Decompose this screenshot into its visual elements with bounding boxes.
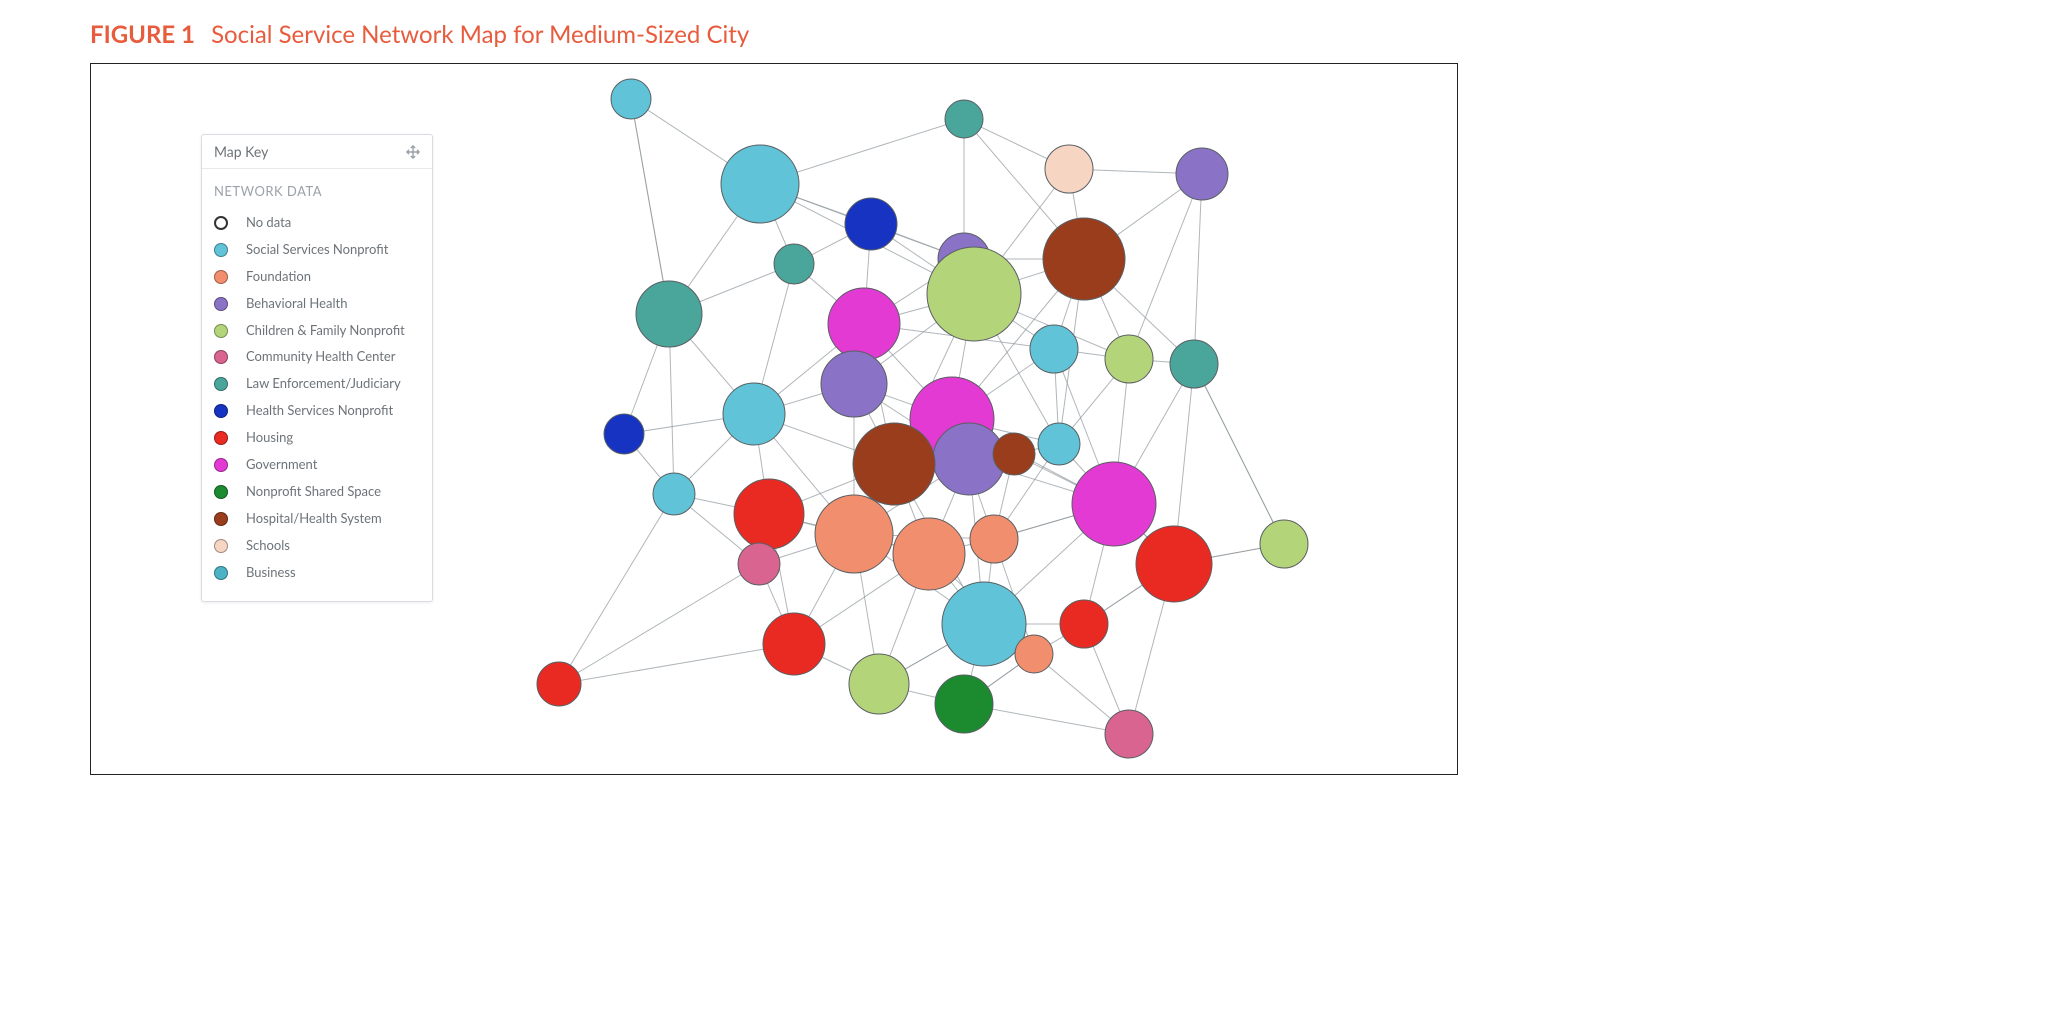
- legend-item-housing[interactable]: Housing: [214, 424, 420, 451]
- node-n30-chc[interactable]: [738, 543, 780, 585]
- node-n11-government[interactable]: [828, 288, 900, 360]
- legend-label: Children & Family Nonprofit: [246, 322, 405, 339]
- legend-item-hospital[interactable]: Hospital/Health System: [214, 505, 420, 532]
- legend-swatch-chc: [214, 350, 228, 364]
- node-n14-children[interactable]: [1105, 335, 1153, 383]
- node-n20-hospital[interactable]: [853, 423, 935, 505]
- legend-item-chc[interactable]: Community Health Center: [214, 343, 420, 370]
- node-n13-social[interactable]: [1030, 325, 1078, 373]
- legend-item-business[interactable]: Business: [214, 559, 420, 586]
- nodes: [537, 79, 1308, 758]
- node-n22-social[interactable]: [1038, 423, 1080, 465]
- legend-swatch-housing: [214, 431, 228, 445]
- node-n23-government[interactable]: [1072, 462, 1156, 546]
- node-n9-hospital[interactable]: [1043, 218, 1125, 300]
- move-icon[interactable]: [406, 145, 420, 159]
- node-n29-foundation[interactable]: [970, 515, 1018, 563]
- legend-label: Hospital/Health System: [246, 510, 382, 527]
- legend-swatch-hospital: [214, 512, 228, 526]
- legend-section-title: NETWORK DATA: [214, 183, 420, 199]
- node-n21-hospital[interactable]: [993, 433, 1035, 475]
- legend-item-behavioral[interactable]: Behavioral Health: [214, 290, 420, 317]
- node-n3-law[interactable]: [945, 100, 983, 138]
- node-n12-behavioral[interactable]: [821, 351, 887, 417]
- node-n34-foundation[interactable]: [1015, 635, 1053, 673]
- legend-swatch-shared: [214, 485, 228, 499]
- legend-label: Social Services Nonprofit: [246, 241, 388, 258]
- node-n40-housing[interactable]: [537, 662, 581, 706]
- chart-frame: Map Key NETWORK DATA No data Social Servi…: [90, 63, 1458, 775]
- node-n32-children[interactable]: [1260, 520, 1308, 568]
- node-n24-healthnp[interactable]: [604, 414, 644, 454]
- legend-label: Foundation: [246, 268, 311, 285]
- legend-panel[interactable]: Map Key NETWORK DATA No data Social Servi…: [201, 134, 433, 602]
- legend-header[interactable]: Map Key: [202, 135, 432, 169]
- legend-label: Business: [246, 564, 296, 581]
- legend-item-shared[interactable]: Nonprofit Shared Space: [214, 478, 420, 505]
- figure-label: FIGURE 1: [90, 20, 195, 49]
- node-n38-shared[interactable]: [935, 675, 993, 733]
- legend-swatch-law: [214, 377, 228, 391]
- figure-title: Social Service Network Map for Medium-Si…: [211, 20, 749, 49]
- legend-label: Community Health Center: [246, 348, 395, 365]
- node-n26-housing[interactable]: [734, 479, 804, 549]
- figure-caption: FIGURE 1 Social Service Network Map for …: [90, 20, 1456, 49]
- legend-swatch-government: [214, 458, 228, 472]
- legend-item-healthnp[interactable]: Health Services Nonprofit: [214, 397, 420, 424]
- node-n28-foundation[interactable]: [893, 518, 965, 590]
- legend-swatch-children: [214, 324, 228, 338]
- legend-item-foundation[interactable]: Foundation: [214, 263, 420, 290]
- node-n35-housing[interactable]: [1060, 600, 1108, 648]
- legend-label: Nonprofit Shared Space: [246, 483, 381, 500]
- legend-label: Behavioral Health: [246, 295, 347, 312]
- node-n31-housing[interactable]: [1136, 526, 1212, 602]
- legend-swatch-nodata: [214, 216, 228, 230]
- node-n27-foundation[interactable]: [815, 495, 893, 573]
- legend-item-nodata[interactable]: No data: [214, 209, 420, 236]
- legend-item-children[interactable]: Children & Family Nonprofit: [214, 317, 420, 344]
- legend-label: Schools: [246, 537, 290, 554]
- legend-swatch-behavioral: [214, 297, 228, 311]
- node-n4-schools[interactable]: [1045, 145, 1093, 193]
- node-n39-chc[interactable]: [1105, 710, 1153, 758]
- node-n36-housing[interactable]: [763, 613, 825, 675]
- node-n15-law[interactable]: [1170, 340, 1218, 388]
- node-n6-healthnp[interactable]: [845, 198, 897, 250]
- legend-label: Health Services Nonprofit: [246, 402, 393, 419]
- legend-item-schools[interactable]: Schools: [214, 532, 420, 559]
- legend-item-social[interactable]: Social Services Nonprofit: [214, 236, 420, 263]
- node-n16-law[interactable]: [636, 281, 702, 347]
- legend-swatch-business: [214, 566, 228, 580]
- node-n17-social[interactable]: [723, 383, 785, 445]
- legend-label: No data: [246, 214, 291, 231]
- legend-label: Law Enforcement/Judiciary: [246, 375, 401, 392]
- node-n2-social[interactable]: [721, 145, 799, 223]
- legend-swatch-schools: [214, 539, 228, 553]
- legend-label: Housing: [246, 429, 293, 446]
- legend-swatch-healthnp: [214, 404, 228, 418]
- legend-item-law[interactable]: Law Enforcement/Judiciary: [214, 370, 420, 397]
- legend-header-title: Map Key: [214, 143, 268, 160]
- node-n1-social[interactable]: [611, 79, 651, 119]
- node-n37-children[interactable]: [849, 654, 909, 714]
- node-n25-social[interactable]: [653, 473, 695, 515]
- node-n10-law[interactable]: [774, 244, 814, 284]
- legend-item-government[interactable]: Government: [214, 451, 420, 478]
- node-n5-behavioral[interactable]: [1176, 148, 1228, 200]
- legend-label: Government: [246, 456, 317, 473]
- legend-body: NETWORK DATA No data Social Services Nonp…: [202, 169, 432, 601]
- node-n8-children[interactable]: [927, 247, 1021, 341]
- node-n33-social[interactable]: [942, 582, 1026, 666]
- legend-swatch-foundation: [214, 270, 228, 284]
- legend-swatch-social: [214, 243, 228, 257]
